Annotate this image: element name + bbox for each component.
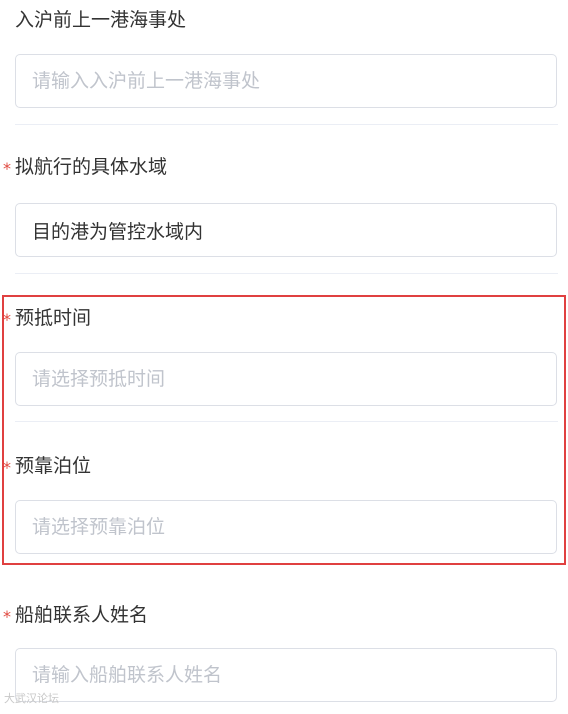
planned-berth-picker[interactable] bbox=[15, 500, 557, 554]
field-label: 预抵时间 bbox=[15, 307, 92, 329]
ship-contact-name-input[interactable] bbox=[16, 649, 556, 701]
required-mark: * bbox=[3, 458, 11, 477]
navigation-waters-input-box[interactable] bbox=[15, 203, 557, 257]
required-mark: * bbox=[3, 607, 11, 626]
divider bbox=[15, 124, 558, 125]
ship-contact-name-input-box[interactable] bbox=[15, 648, 557, 702]
divider bbox=[15, 273, 558, 274]
field-label: 入沪前上一港海事处 bbox=[15, 9, 187, 31]
required-mark: * bbox=[3, 310, 11, 329]
required-mark: * bbox=[3, 159, 11, 178]
field-label: 船舶联系人姓名 bbox=[15, 604, 149, 626]
field-label: 预靠泊位 bbox=[15, 455, 92, 477]
watermark-logo: 大武汉论坛 bbox=[4, 692, 59, 706]
watermark-text: 大武汉论坛 bbox=[4, 692, 59, 705]
previous-port-msa-input[interactable] bbox=[16, 55, 556, 107]
divider bbox=[15, 421, 558, 422]
planned-berth-input[interactable] bbox=[16, 501, 556, 553]
estimated-arrival-time-picker[interactable] bbox=[15, 352, 557, 406]
previous-port-msa-input-box[interactable] bbox=[15, 54, 557, 108]
navigation-waters-input[interactable] bbox=[16, 204, 556, 256]
estimated-arrival-time-input[interactable] bbox=[16, 353, 556, 405]
field-label: 拟航行的具体水域 bbox=[15, 156, 168, 178]
